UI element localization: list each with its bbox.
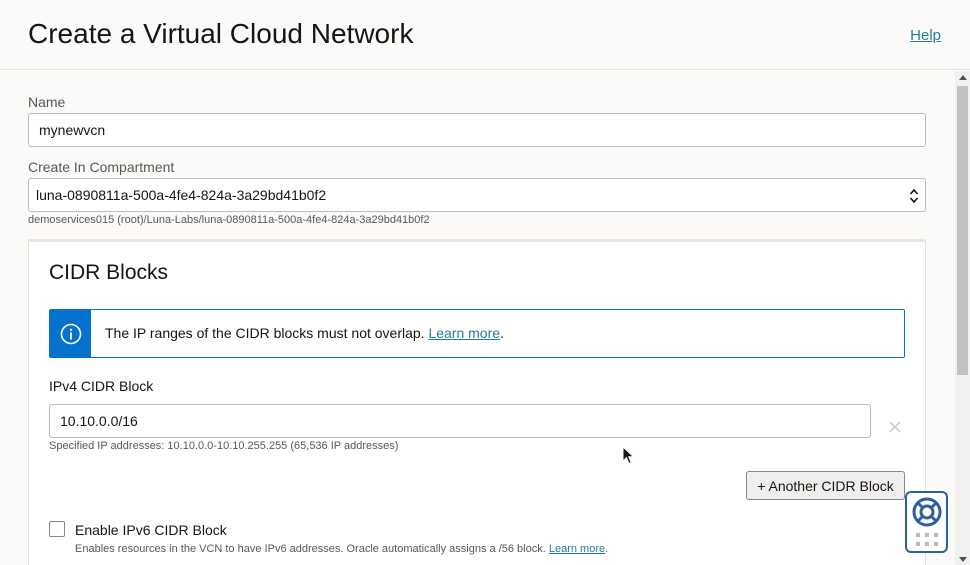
ipv4-cidr-value: 10.10.0.0/16 (60, 413, 138, 429)
info-message-suffix: . (500, 325, 504, 341)
ipv6-hint-text: Enables resources in the VCN to have IPv… (75, 543, 546, 555)
compartment-select[interactable]: luna-0890811a-500a-4fe4-824a-3a29bd41b0f… (28, 178, 926, 212)
info-message-text: The IP ranges of the CIDR blocks must no… (105, 325, 425, 341)
learn-more-link[interactable]: Learn more (428, 325, 500, 341)
ipv6-hint-suffix: . (605, 543, 609, 555)
scroll-down-arrow-icon[interactable] (959, 557, 967, 562)
scroll-up-arrow-icon[interactable] (959, 75, 967, 80)
chevron-updown-icon (909, 188, 919, 204)
enable-ipv6-label: Enable IPv6 CIDR Block (75, 522, 227, 538)
help-link[interactable]: Help (910, 27, 941, 44)
name-input-value: mynewvcn (39, 122, 106, 138)
cidr-blocks-panel: CIDR Blocks The IP ranges of the CIDR bl… (28, 239, 926, 565)
section-title: CIDR Blocks (49, 261, 169, 284)
lifebuoy-icon (912, 497, 942, 546)
info-icon-bar (50, 310, 91, 357)
help-widget-button[interactable] (905, 491, 948, 553)
enable-ipv6-checkbox[interactable] (49, 521, 65, 537)
close-icon[interactable] (888, 420, 902, 434)
mouse-cursor-icon (622, 446, 635, 465)
page-header: Create a Virtual Cloud Network Help (0, 0, 970, 70)
ipv4-label: IPv4 CIDR Block (49, 378, 154, 394)
ipv4-hint: Specified IP addresses: 10.10.0.0-10.10.… (49, 440, 399, 452)
page-title: Create a Virtual Cloud Network (28, 18, 414, 49)
form-content: Name mynewvcn Create In Compartment luna… (0, 71, 955, 565)
scrollbar-thumb[interactable] (957, 86, 968, 375)
ipv6-learn-more-link[interactable]: Learn more (549, 543, 605, 555)
info-message: The IP ranges of the CIDR blocks must no… (49, 309, 905, 358)
info-icon (60, 323, 81, 344)
name-label: Name (28, 94, 66, 110)
ipv6-hint: Enables resources in the VCN to have IPv… (75, 543, 608, 555)
compartment-label: Create In Compartment (28, 159, 175, 175)
name-input[interactable]: mynewvcn (28, 113, 926, 147)
ipv4-cidr-input[interactable]: 10.10.0.0/16 (49, 404, 871, 438)
compartment-select-value: luna-0890811a-500a-4fe4-824a-3a29bd41b0f… (36, 187, 327, 203)
another-cidr-block-button[interactable]: + Another CIDR Block (746, 471, 905, 500)
info-text: The IP ranges of the CIDR blocks must no… (105, 325, 504, 341)
vertical-scrollbar[interactable] (955, 71, 970, 565)
compartment-path: demoservices015 (root)/Luna-Labs/luna-08… (28, 214, 430, 226)
